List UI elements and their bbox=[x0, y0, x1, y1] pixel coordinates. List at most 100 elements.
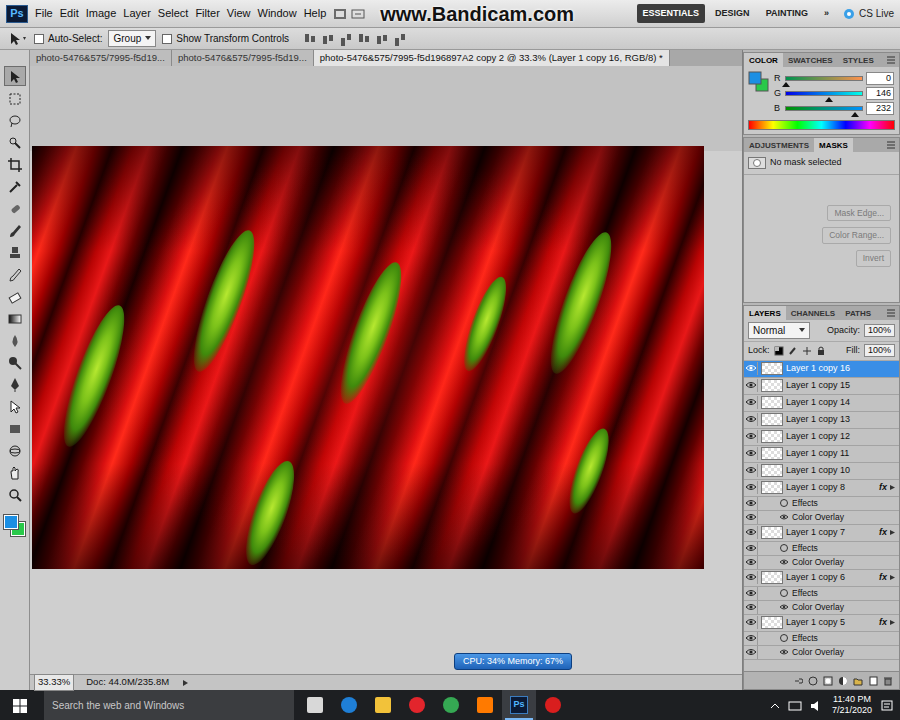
layer-row[interactable]: Layer 1 copy 5fx bbox=[744, 615, 899, 632]
channel-slider[interactable] bbox=[785, 106, 863, 111]
fill-field[interactable]: 100% bbox=[864, 344, 895, 357]
channel-value[interactable]: 0 bbox=[866, 72, 894, 85]
effect-row[interactable]: Color Overlay bbox=[744, 511, 899, 525]
start-button[interactable] bbox=[0, 690, 40, 720]
layer-action-icon[interactable] bbox=[808, 672, 818, 689]
layer-row[interactable]: Layer 1 copy 14 bbox=[744, 395, 899, 412]
panel-tab[interactable]: LAYERS bbox=[744, 306, 786, 320]
taskbar-app[interactable] bbox=[298, 690, 332, 720]
document-tab[interactable]: photo-5476&575/7995-f5d19... bbox=[30, 50, 172, 66]
visibility-toggle[interactable] bbox=[744, 464, 758, 477]
clock[interactable]: 11:40 PM7/21/2020 bbox=[832, 694, 872, 716]
taskbar-app[interactable] bbox=[332, 690, 366, 720]
effects-row[interactable]: Effects bbox=[744, 497, 899, 511]
panel-tab[interactable]: SWATCHES bbox=[783, 53, 838, 67]
menu-item[interactable]: Edit bbox=[60, 5, 79, 22]
slider-thumb[interactable] bbox=[782, 82, 790, 87]
menu-item[interactable]: Window bbox=[258, 5, 297, 22]
visibility-toggle[interactable] bbox=[744, 542, 758, 555]
foreground-swatch[interactable] bbox=[4, 515, 18, 529]
tool-button[interactable] bbox=[4, 374, 26, 394]
effects-row[interactable]: Effects bbox=[744, 632, 899, 646]
blend-mode-dropdown[interactable]: Normal bbox=[748, 322, 810, 339]
align-icon[interactable] bbox=[375, 31, 389, 46]
menu-item[interactable]: Image bbox=[86, 5, 117, 22]
tool-button[interactable] bbox=[4, 220, 26, 240]
layer-action-icon[interactable] bbox=[823, 672, 833, 689]
bridge-icon[interactable] bbox=[333, 5, 347, 22]
tool-button[interactable] bbox=[4, 396, 26, 416]
align-icon[interactable] bbox=[303, 31, 317, 46]
workspace-button[interactable]: DESIGN bbox=[709, 4, 756, 24]
panel-tab[interactable]: STYLES bbox=[838, 53, 879, 67]
tool-button[interactable] bbox=[4, 418, 26, 438]
visibility-toggle[interactable] bbox=[744, 413, 758, 426]
panel-menu-icon[interactable] bbox=[883, 306, 899, 320]
menu-item[interactable]: Select bbox=[158, 5, 189, 22]
taskbar-app[interactable] bbox=[366, 690, 400, 720]
search-box[interactable]: Search the web and Windows bbox=[44, 690, 294, 720]
visibility-toggle[interactable] bbox=[744, 526, 758, 539]
menu-item[interactable]: Layer bbox=[123, 5, 151, 22]
visibility-toggle[interactable] bbox=[744, 511, 758, 524]
workspace-button[interactable]: PAINTING bbox=[760, 4, 814, 24]
menu-item[interactable]: File bbox=[35, 5, 53, 22]
panel-tab[interactable]: COLOR bbox=[744, 53, 783, 67]
tool-button[interactable] bbox=[4, 286, 26, 306]
slider-thumb[interactable] bbox=[825, 97, 833, 102]
layer-action-icon[interactable] bbox=[853, 672, 863, 689]
tool-button[interactable] bbox=[4, 132, 26, 152]
layer-row[interactable]: Layer 1 copy 8fx bbox=[744, 480, 899, 497]
panel-tab[interactable]: MASKS bbox=[814, 138, 853, 152]
panel-tab[interactable]: CHANNELS bbox=[786, 306, 840, 320]
lock-icon[interactable] bbox=[816, 344, 826, 358]
tool-button[interactable] bbox=[4, 198, 26, 218]
visibility-toggle[interactable] bbox=[744, 379, 758, 392]
visibility-toggle[interactable] bbox=[744, 571, 758, 584]
tool-button[interactable] bbox=[4, 242, 26, 262]
panel-menu-icon[interactable] bbox=[883, 53, 899, 67]
checkbox[interactable] bbox=[34, 34, 44, 44]
tool-button[interactable] bbox=[4, 154, 26, 174]
opacity-field[interactable]: 100% bbox=[864, 324, 895, 337]
visibility-toggle[interactable] bbox=[744, 556, 758, 569]
visibility-toggle[interactable] bbox=[744, 632, 758, 645]
tool-button[interactable] bbox=[4, 264, 26, 284]
layer-action-icon[interactable] bbox=[883, 672, 893, 689]
tool-button[interactable] bbox=[4, 462, 26, 482]
align-icon[interactable] bbox=[393, 31, 407, 46]
tool-button[interactable] bbox=[4, 110, 26, 130]
menu-item[interactable]: Help bbox=[304, 5, 327, 22]
lock-icon[interactable] bbox=[774, 344, 784, 358]
channel-slider[interactable] bbox=[785, 76, 863, 81]
visibility-toggle[interactable] bbox=[744, 587, 758, 600]
move-tool-icon[interactable] bbox=[6, 30, 28, 46]
layer-row[interactable]: Layer 1 copy 16 bbox=[744, 361, 899, 378]
visibility-toggle[interactable] bbox=[744, 362, 758, 375]
effect-row[interactable]: Color Overlay bbox=[744, 601, 899, 615]
tool-button[interactable] bbox=[4, 330, 26, 350]
layer-row[interactable]: Layer 1 copy 12 bbox=[744, 429, 899, 446]
panel-menu-icon[interactable] bbox=[883, 138, 899, 152]
tool-button[interactable] bbox=[4, 484, 26, 504]
more-workspaces-button[interactable]: » bbox=[818, 4, 835, 24]
layer-action-icon[interactable] bbox=[793, 672, 803, 689]
effects-row[interactable]: Effects bbox=[744, 542, 899, 556]
layer-row[interactable]: Layer 1 copy 7fx bbox=[744, 525, 899, 542]
channel-value[interactable]: 146 bbox=[866, 87, 894, 100]
document-tab[interactable]: photo-5476&575/7995-f5d196897A2 copy 2 @… bbox=[314, 50, 670, 66]
menu-item[interactable]: Filter bbox=[195, 5, 219, 22]
tool-button[interactable] bbox=[4, 176, 26, 196]
layer-row[interactable]: Layer 1 copy 10 bbox=[744, 463, 899, 480]
document-tab[interactable]: photo-5476&575/7995-f5d19... bbox=[172, 50, 314, 66]
visibility-toggle[interactable] bbox=[744, 497, 758, 510]
layer-row[interactable]: Layer 1 copy 11 bbox=[744, 446, 899, 463]
visibility-toggle[interactable] bbox=[744, 430, 758, 443]
zoom-field[interactable]: 33.33% bbox=[34, 674, 74, 690]
tool-button[interactable] bbox=[4, 440, 26, 460]
visibility-toggle[interactable] bbox=[744, 447, 758, 460]
cs-live-button[interactable]: CS Live bbox=[839, 6, 894, 21]
color-spectrum[interactable] bbox=[748, 120, 895, 130]
align-icon[interactable] bbox=[339, 31, 353, 46]
layer-row[interactable]: Layer 1 copy 15 bbox=[744, 378, 899, 395]
